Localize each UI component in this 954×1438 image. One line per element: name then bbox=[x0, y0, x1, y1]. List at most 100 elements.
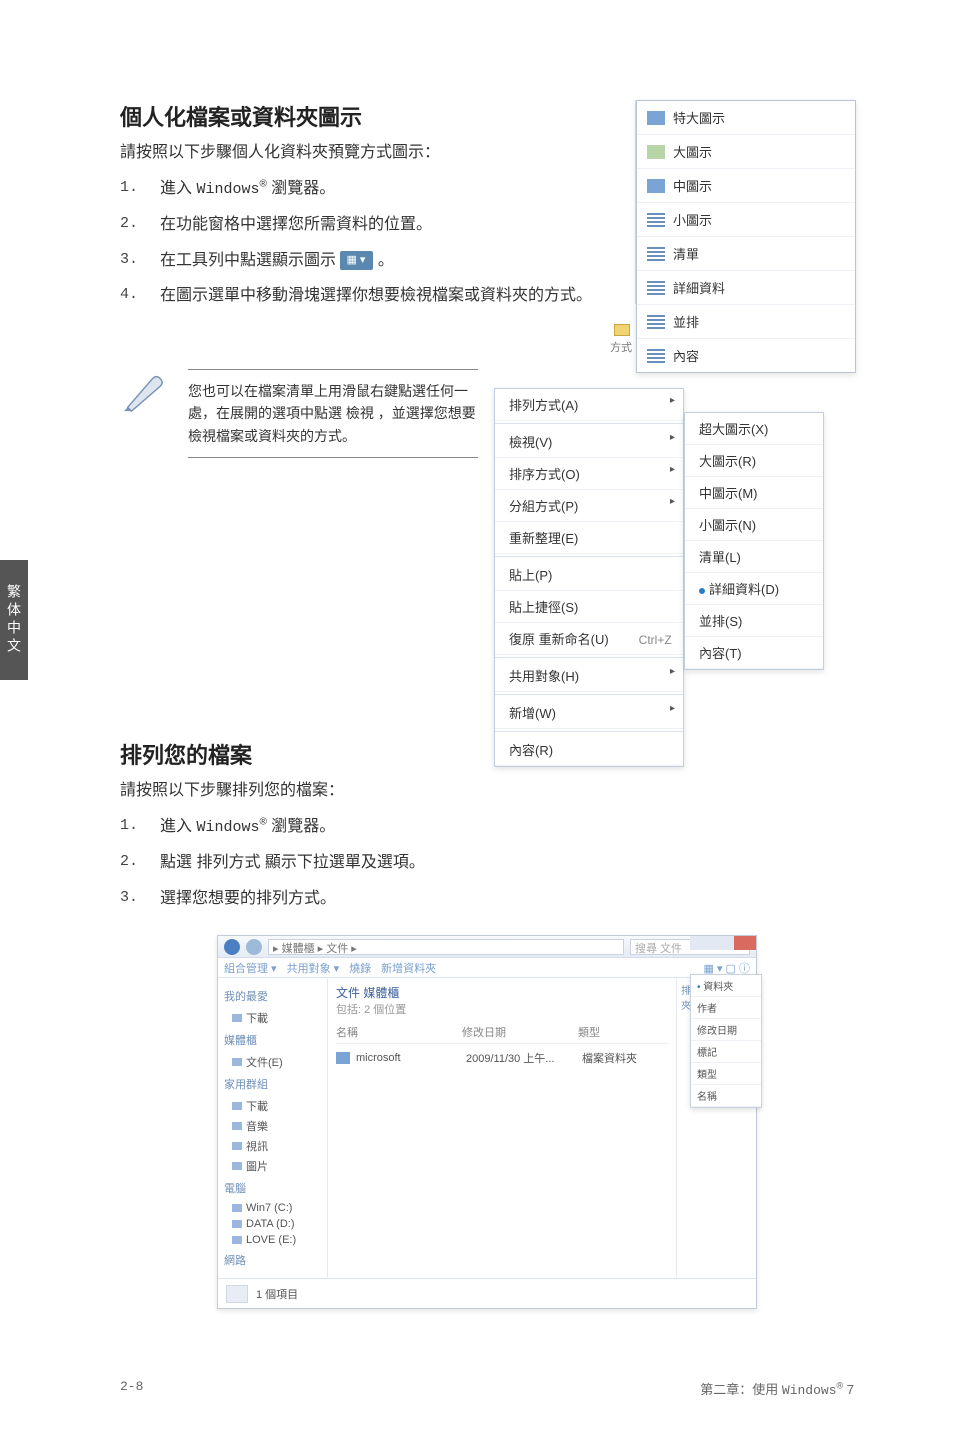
context-submenu-view[interactable]: 超大圖示(X) 大圖示(R) 中圖示(M) 小圖示(N) 清單(L) 詳細資料(… bbox=[684, 412, 824, 670]
nav-item[interactable]: 音樂 bbox=[224, 1116, 321, 1136]
tiles-icon bbox=[647, 315, 665, 329]
arrange-item[interactable]: • 資料夾 bbox=[691, 975, 761, 997]
section2: 排列您的檔案 請按照以下步驟排列您的檔案： 1. 進入 Windows® 瀏覽器… bbox=[120, 738, 854, 1309]
forward-button[interactable] bbox=[246, 939, 262, 955]
arrange-item[interactable]: 作者 bbox=[691, 997, 761, 1019]
view-dropdown-gutter: 方式 bbox=[602, 100, 636, 364]
toolbar-newfolder[interactable]: 新增資料夾 bbox=[381, 960, 436, 976]
nav-item[interactable]: LOVE (E:) bbox=[224, 1232, 321, 1248]
ctx-sub-item[interactable]: 中圖示(M) bbox=[685, 477, 823, 509]
dd-item[interactable]: 詳細資料 bbox=[673, 278, 725, 297]
nav-pane[interactable]: 我的最愛 下載 媒體櫃 文件(E) 家用群組 下載 音樂 視訊 圖片 電腦 Wi… bbox=[218, 978, 328, 1278]
section2-steps: 1. 進入 Windows® 瀏覽器。 2. 點選 排列方式 顯示下拉選單及選項… bbox=[120, 814, 854, 911]
ctx-item-view[interactable]: 檢視(V) bbox=[495, 426, 683, 458]
step-number: 3. bbox=[120, 248, 160, 272]
toolbar-organize[interactable]: 組合管理 ▾ bbox=[224, 960, 277, 976]
toolbar-burn[interactable]: 燒錄 bbox=[349, 960, 371, 976]
nav-item[interactable]: 文件(E) bbox=[224, 1052, 321, 1072]
folder-icon bbox=[336, 1052, 350, 1064]
context-menu-main[interactable]: 排列方式(A) 檢視(V) 排序方式(O) 分組方式(P) 重新整理(E) 貼上… bbox=[494, 388, 684, 767]
dd-item[interactable]: 內容 bbox=[673, 346, 699, 365]
ctx-sub-item[interactable]: 小圖示(N) bbox=[685, 509, 823, 541]
step-body: 選擇您想要的排列方式。 bbox=[160, 886, 854, 912]
nav-group: 家用群組 bbox=[224, 1076, 321, 1092]
arrange-item[interactable]: 名稱 bbox=[691, 1085, 761, 1107]
step-number: 1. bbox=[120, 814, 160, 838]
nav-item[interactable]: 視訊 bbox=[224, 1136, 321, 1156]
dd-item[interactable]: 特大圖示 bbox=[673, 108, 725, 127]
nav-group: 我的最愛 bbox=[224, 988, 321, 1004]
page-number: 2-8 bbox=[120, 1379, 143, 1398]
view-size-dropdown[interactable]: 特大圖示 大圖示 中圖示 小圖示 清單 詳細資料 並排 內容 bbox=[636, 100, 856, 373]
step-body: 點選 排列方式 顯示下拉選單及選項。 bbox=[160, 850, 854, 876]
list-icon bbox=[647, 247, 665, 261]
ctx-sub-item[interactable]: 大圖示(R) bbox=[685, 445, 823, 477]
column-headers[interactable]: 名稱 修改日期 類型 bbox=[336, 1021, 668, 1044]
view-toggle-chip: ▦ ▾ bbox=[340, 251, 373, 271]
ctx-item[interactable]: 排序方式(O) bbox=[495, 458, 683, 490]
ctx-item[interactable]: 新增(W) bbox=[495, 697, 683, 729]
context-menu-group: 排列方式(A) 檢視(V) 排序方式(O) 分組方式(P) 重新整理(E) 貼上… bbox=[494, 388, 854, 767]
large-icons-icon bbox=[647, 145, 665, 159]
pen-icon bbox=[120, 369, 166, 420]
ctx-item[interactable]: 共用對象(H) bbox=[495, 660, 683, 692]
ctx-item[interactable]: 重新整理(E) bbox=[495, 522, 683, 554]
nav-item[interactable]: 下載 bbox=[224, 1096, 321, 1116]
details-icon bbox=[647, 281, 665, 295]
chapter-label: 第二章：使用 Windows® 7 bbox=[700, 1379, 854, 1398]
nav-item[interactable]: 圖片 bbox=[224, 1156, 321, 1176]
section2-subtitle: 請按照以下步驟排列您的檔案： bbox=[120, 776, 854, 800]
nav-group: 網路 bbox=[224, 1252, 321, 1268]
arrange-item[interactable]: 修改日期 bbox=[691, 1019, 761, 1041]
explorer-titlebar: ▸ 媒體櫃 ▸ 文件 ▸ 搜尋 文件 bbox=[218, 936, 756, 958]
explorer-window: ▸ 媒體櫃 ▸ 文件 ▸ 搜尋 文件 組合管理 ▾ 共用對象 ▾ 燒錄 新增資料… bbox=[217, 935, 757, 1309]
dd-item[interactable]: 中圖示 bbox=[673, 176, 712, 195]
address-bar[interactable]: ▸ 媒體櫃 ▸ 文件 ▸ bbox=[268, 939, 624, 955]
arrange-item[interactable]: 標記 bbox=[691, 1041, 761, 1063]
ctx-sub-item[interactable]: 清單(L) bbox=[685, 541, 823, 573]
window-buttons[interactable] bbox=[690, 936, 756, 950]
step-number: 1. bbox=[120, 176, 160, 200]
back-button[interactable] bbox=[224, 939, 240, 955]
xl-icons-icon bbox=[647, 111, 665, 125]
status-text: 1 個項目 bbox=[256, 1286, 298, 1302]
arrange-by-menu[interactable]: • 資料夾 作者 修改日期 標記 類型 名稱 bbox=[690, 974, 762, 1108]
file-row[interactable]: microsoft 2009/11/30 上午... 檔案資料夾 bbox=[336, 1047, 668, 1069]
selected-dot-icon bbox=[699, 588, 705, 594]
dd-item[interactable]: 大圖示 bbox=[673, 142, 712, 161]
library-header: 文件 媒體櫃 包括: 2 個位置 bbox=[336, 984, 668, 1021]
nav-item[interactable]: DATA (D:) bbox=[224, 1216, 321, 1232]
page: 個人化檔案或資料夾圖示 請按照以下步驟個人化資料夾預覽方式圖示： 1. 進入 W… bbox=[0, 0, 954, 1349]
step-body: 進入 Windows® 瀏覽器。 bbox=[160, 814, 854, 840]
nav-group: 電腦 bbox=[224, 1180, 321, 1196]
medium-icons-icon bbox=[647, 179, 665, 193]
dd-item[interactable]: 小圖示 bbox=[673, 210, 712, 229]
nav-item[interactable]: Win7 (C:) bbox=[224, 1200, 321, 1216]
step-number: 2. bbox=[120, 850, 160, 874]
step-number: 3. bbox=[120, 886, 160, 910]
arrange-by-pane: 排列方式: 資料夾 ▾ • 資料夾 作者 修改日期 標記 類型 名稱 bbox=[676, 978, 756, 1278]
ctx-item[interactable]: 分組方式(P) bbox=[495, 490, 683, 522]
note-text: 您也可以在檔案清單上用滑鼠右鍵點選任何一處，在展開的選項中點選 檢視 ，並選擇您… bbox=[188, 369, 478, 458]
ctx-item[interactable]: 排列方式(A) bbox=[495, 389, 683, 421]
content-icon bbox=[647, 349, 665, 363]
nav-item[interactable]: 下載 bbox=[224, 1008, 321, 1028]
ctx-sub-item[interactable]: 超大圖示(X) bbox=[685, 413, 823, 445]
ctx-item[interactable]: 貼上(P) bbox=[495, 559, 683, 591]
dd-item[interactable]: 並排 bbox=[673, 312, 699, 331]
ctx-item-undo[interactable]: 復原 重新命名(U)Ctrl+Z bbox=[495, 623, 683, 655]
arrange-item[interactable]: 類型 bbox=[691, 1063, 761, 1085]
ctx-item[interactable]: 貼上捷徑(S) bbox=[495, 591, 683, 623]
ctx-item[interactable]: 內容(R) bbox=[495, 734, 683, 766]
ctx-sub-item[interactable]: 詳細資料(D) bbox=[685, 573, 823, 605]
dd-item[interactable]: 清單 bbox=[673, 244, 699, 263]
step-number: 4. bbox=[120, 283, 160, 307]
nav-group: 媒體櫃 bbox=[224, 1032, 321, 1048]
ctx-sub-item[interactable]: 內容(T) bbox=[685, 637, 823, 669]
explorer-toolbar: 組合管理 ▾ 共用對象 ▾ 燒錄 新增資料夾 ▦ ▾ ▢ ⓘ bbox=[218, 958, 756, 978]
ctx-sub-item[interactable]: 並排(S) bbox=[685, 605, 823, 637]
status-bar: 1 個項目 bbox=[218, 1278, 756, 1308]
status-thumb-icon bbox=[226, 1285, 248, 1303]
toolbar-share[interactable]: 共用對象 ▾ bbox=[287, 960, 340, 976]
file-list[interactable]: 文件 媒體櫃 包括: 2 個位置 名稱 修改日期 類型 microsoft 20… bbox=[328, 978, 676, 1278]
